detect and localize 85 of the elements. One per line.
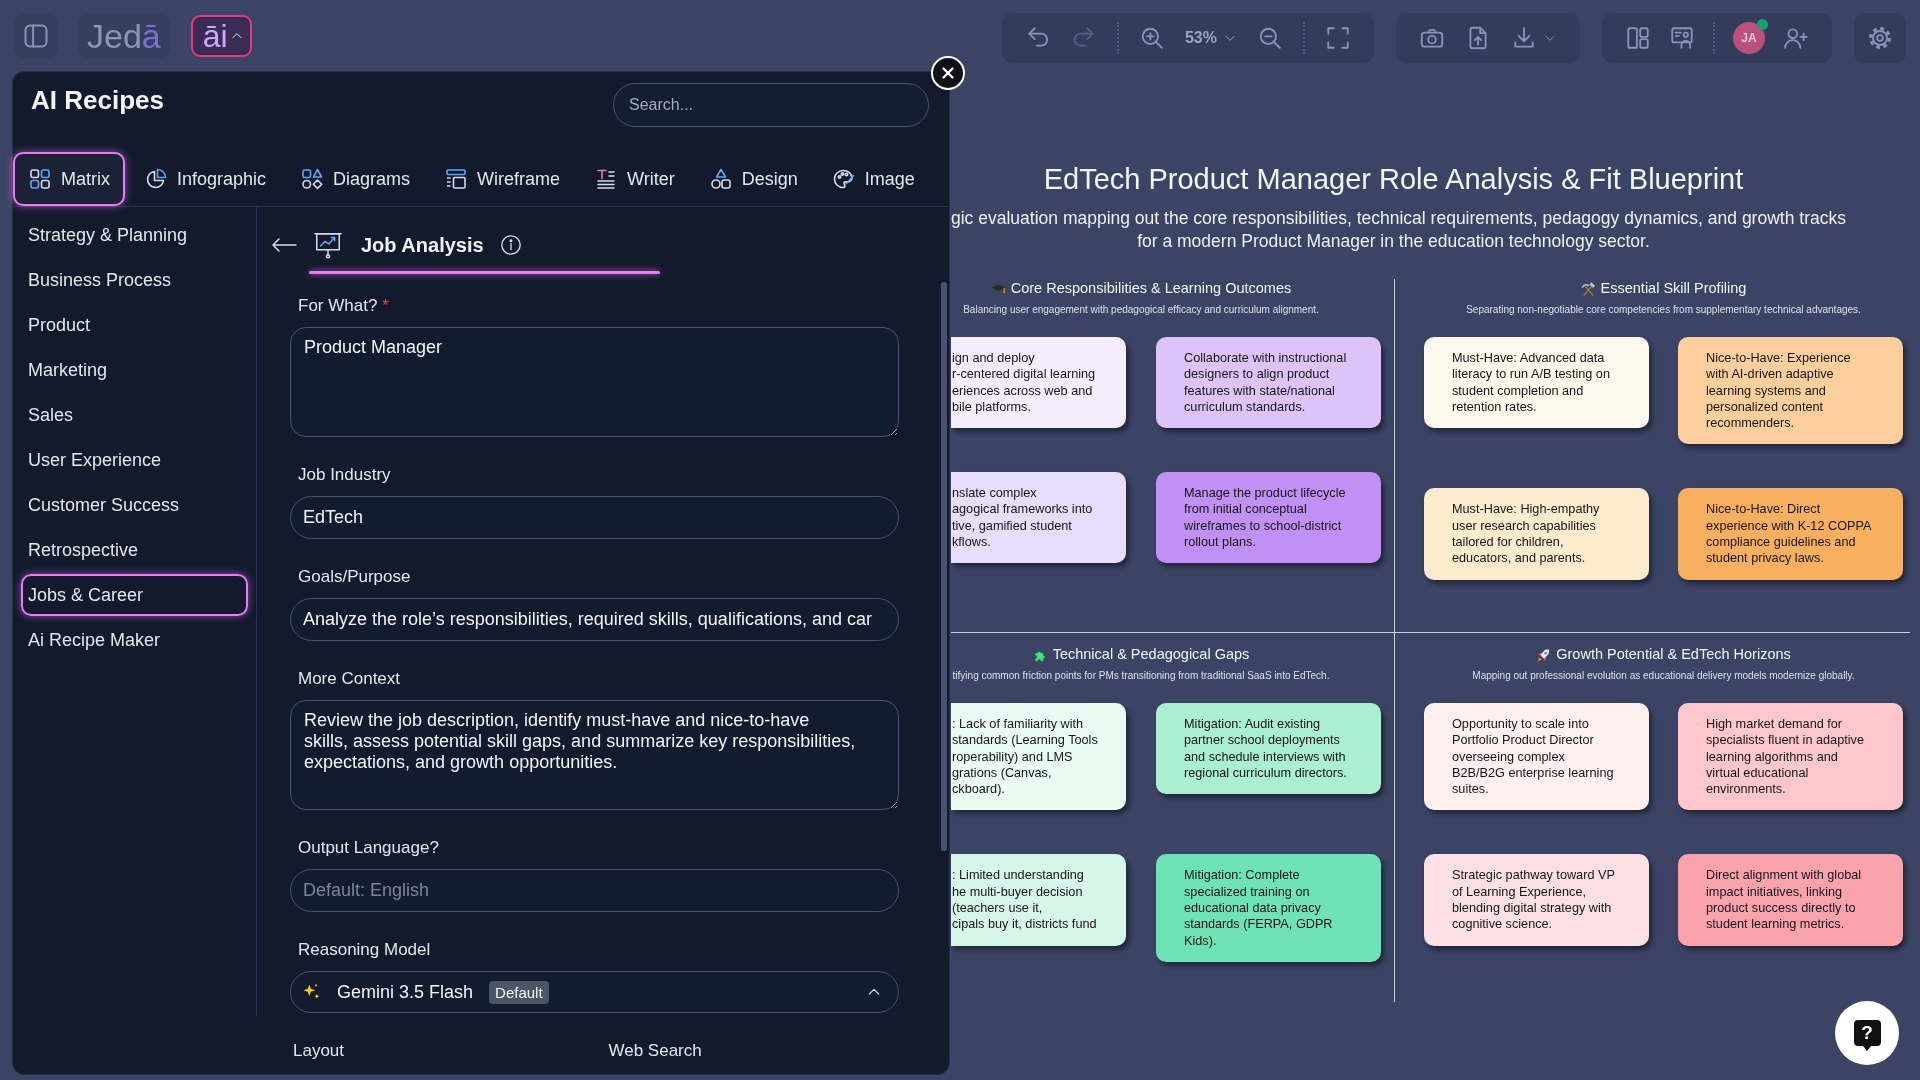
download-icon[interactable] [1511, 24, 1537, 51]
back-arrow-icon[interactable] [271, 238, 297, 252]
info-card: Strategic pathway toward VP of Learning Experience, blending digital strategy with cognitive science. [1424, 854, 1649, 946]
category-item[interactable]: Jobs & Career [21, 574, 248, 616]
shapes-icon[interactable] [300, 167, 325, 191]
text-area-field[interactable]: Product Manager [290, 327, 899, 437]
field-label: Goals/Purpose [298, 566, 411, 588]
section-subtitle: Balancing user engagement with pedagogical efficacy and curriculum alignment. [963, 303, 1319, 317]
info-icon[interactable] [499, 234, 522, 256]
field-label: Job Industry [298, 464, 391, 486]
tab[interactable]: Image [816, 152, 930, 206]
info-card: ign and deploy r-centered digital learning eriences across web and bile platforms. [951, 337, 1126, 429]
section-title: Essential Skill Profiling [1600, 279, 1747, 299]
info-card: nslate complex agogical frameworks into tive, gamified student kflows. [951, 472, 1126, 564]
input-field[interactable]: Default: English [290, 869, 899, 912]
canvas-subtitle: gic evaluation mapping out the core responsibilities, technical requirements, pedagogy dynamics, and growth tracks for a modern Product Manager in the education technology sector. [951, 207, 1847, 253]
sidebar-toggle-button[interactable] [14, 13, 58, 58]
info-card: Manage the product lifecycle from initial conceptual wireframes to school-district rollout plans. [1156, 472, 1381, 564]
category-item[interactable]: Marketing [21, 349, 248, 391]
model-select[interactable]: Gemini 3.5 Flash Default [290, 971, 899, 1013]
rocket-icon [1536, 647, 1552, 663]
search-field[interactable]: Search... [613, 83, 929, 127]
category-item[interactable]: Sales [21, 394, 248, 436]
info-card: Must-Have: Advanced data literacy to run A/B testing on student completion and retention rates. [1424, 337, 1649, 429]
scrollbar-thumb[interactable] [941, 282, 947, 851]
panel-title: AI Recipes [31, 84, 164, 117]
info-card: : Lack of familiarity with standards (Learning Tools roperability) and LMS grations (Canvas, ckboard). [951, 703, 1126, 811]
tab[interactable]: Diagrams [285, 152, 426, 206]
field-label: More Context [298, 668, 401, 690]
tab[interactable]: Writer [579, 152, 690, 206]
info-card: Nice-to-Have: Direct experience with K-12 COPPA compliance guidelines and student privacy laws. [1678, 488, 1903, 580]
field-label: Layout [293, 1040, 345, 1062]
default-badge: Default [489, 980, 549, 1004]
info-card: Must-Have: High-empathy user research capabilities tailored for children, educators, and parents. [1424, 488, 1649, 580]
hammer-and-pick-icon [1580, 281, 1596, 297]
layout-icon[interactable] [444, 167, 469, 191]
help-button[interactable]: ? [1835, 1001, 1899, 1065]
presentation-chart-icon [313, 230, 343, 260]
field-label: Reasoning Model [298, 939, 431, 961]
info-card: Collaborate with instructional designers to align product features with state/national curriculum standards. [1156, 337, 1381, 429]
recipe-title: Job Analysis [361, 233, 484, 258]
canvas-title: EdTech Product Manager Role Analysis & Fit Blueprint [1042, 162, 1745, 197]
section-title: Technical & Pedagogical Gaps [1052, 645, 1250, 665]
grid-icon[interactable] [28, 167, 52, 191]
field-label: Web Search [608, 1040, 702, 1062]
category-item[interactable]: Product [21, 304, 248, 346]
shapes-icon[interactable] [708, 167, 733, 191]
tab[interactable]: Design [693, 152, 813, 206]
fullscreen-icon[interactable] [1325, 24, 1351, 51]
settings-icon[interactable] [1867, 24, 1893, 51]
input-field[interactable]: EdTech [290, 496, 899, 539]
section-subtitle: Separating non-negotiable core competencies from supplementary technical advantages. [1466, 303, 1861, 317]
ai-menu-button[interactable]: āi [190, 14, 252, 57]
field-label: For What? [298, 295, 378, 317]
field-label: Output Language? [298, 837, 439, 859]
category-item[interactable]: Ai Recipe Maker [21, 619, 248, 661]
info-card: Mitigation: Audit existing partner school deployments and schedule interviews with regional curriculum directors. [1156, 703, 1381, 795]
section-title: Core Responsibilities & Learning Outcomes [1010, 279, 1292, 299]
category-item[interactable]: Customer Success [21, 484, 248, 526]
category-item[interactable]: Strategy & Planning [21, 214, 248, 256]
columns-layout-icon[interactable] [1625, 24, 1651, 51]
tab[interactable]: Matrix [13, 152, 125, 206]
required-mark: * [382, 295, 389, 317]
close-icon[interactable] [939, 64, 957, 82]
info-card: Mitigation: Complete specialized training on educational data privacy standards (FERPA, GDPR Kids). [1156, 854, 1381, 962]
category-item[interactable]: User Experience [21, 439, 248, 481]
section-subtitle: tifying common friction points for PMs transitioning from traditional SaaS into EdTech. [952, 669, 1330, 683]
close-button[interactable] [931, 56, 965, 90]
info-card: Nice-to-Have: Experience with AI-driven adaptive learning systems and personalized content recommenders. [1678, 337, 1903, 445]
input-field[interactable]: Analyze the role’s responsibilities, required skills, qualifications, and car [290, 598, 899, 641]
category-item[interactable]: Retrospective [21, 529, 248, 571]
palette-icon[interactable] [831, 167, 856, 191]
text-area-field[interactable]: Review the job description, identify must-have and nice-to-have skills, assess potential skill gaps, and summarize key responsibilities, expectations, and growth opportunities. [290, 700, 899, 810]
pie-chart-icon[interactable] [144, 167, 168, 191]
tab[interactable]: Wireframe [429, 152, 576, 206]
tab[interactable]: Infographic [129, 152, 282, 206]
section-title: Growth Potential & EdTech Horizons [1556, 645, 1791, 665]
presentation-board-icon[interactable] [1669, 24, 1695, 51]
section-subtitle: Mapping out professional evolution as educational delivery models modernize globally. [1472, 669, 1855, 683]
category-item[interactable]: Business Process [21, 259, 248, 301]
info-card: High market demand for specialists fluent in adaptive learning algorithms and virtual educational environments. [1678, 703, 1903, 811]
zoom-menu[interactable]: 53% [1184, 25, 1237, 50]
info-card: Opportunity to scale into Portfolio Product Director overseeing complex B2B/B2G enterprise learning suites. [1424, 703, 1649, 811]
info-card: : Limited understanding he multi-buyer decision (teachers use it, cipals buy it, districts fund [951, 854, 1126, 946]
info-card: Direct alignment with global impact initiatives, linking product success directly to student learning metrics. [1678, 854, 1903, 946]
